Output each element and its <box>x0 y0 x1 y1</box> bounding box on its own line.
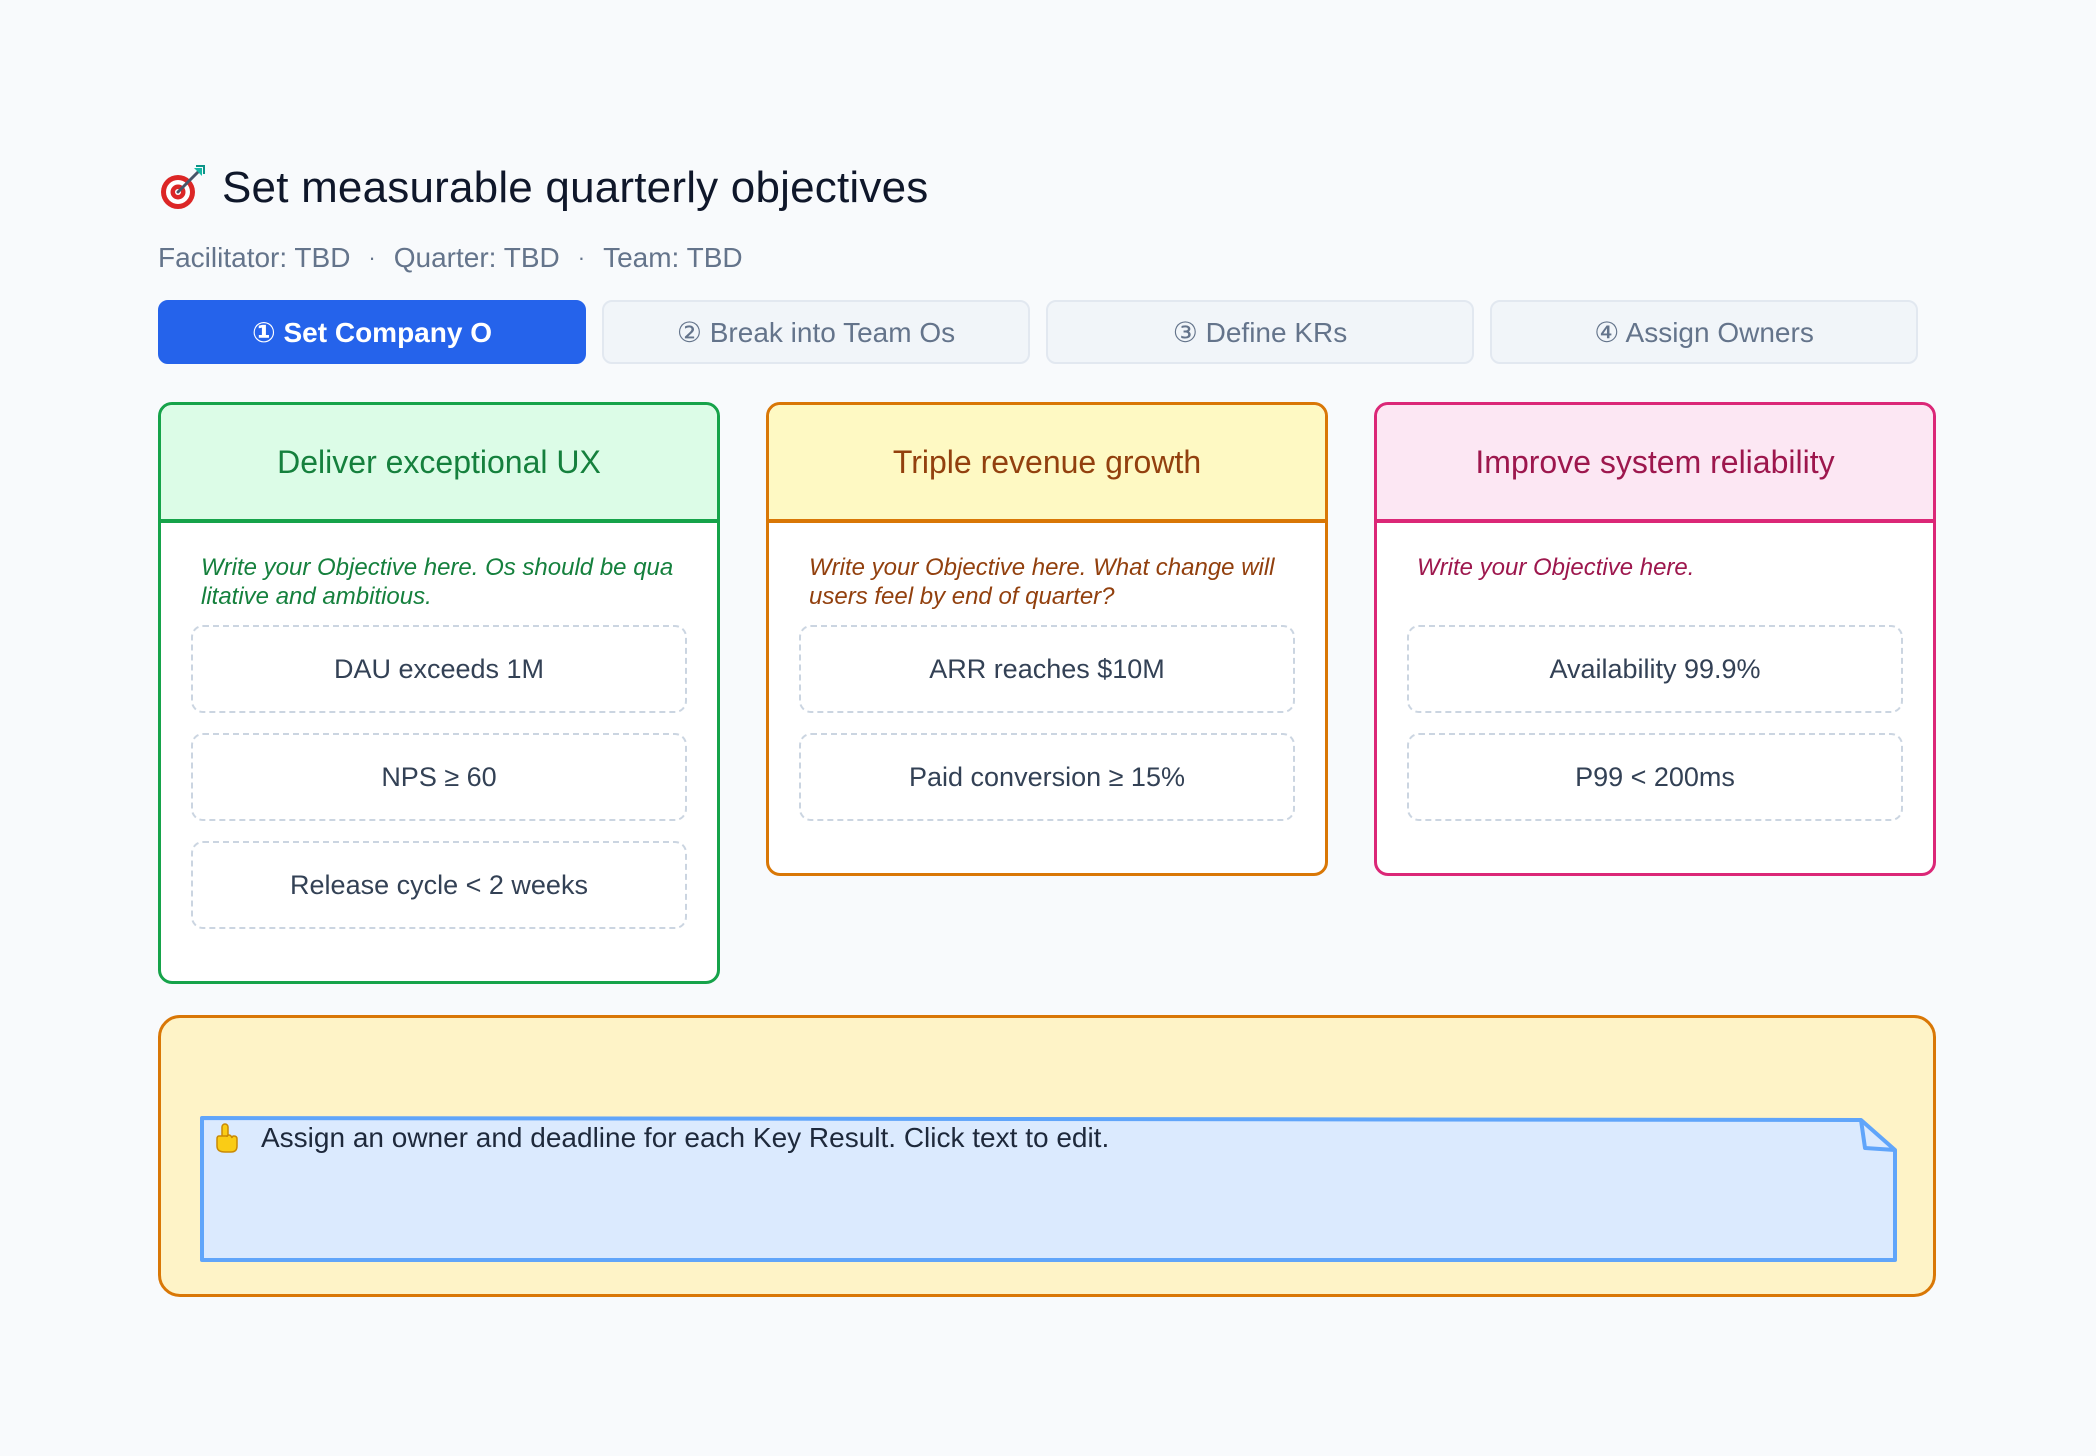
objective-title[interactable]: Triple revenue growth <box>769 405 1325 523</box>
sticky-note: Assign an owner and deadline for each Ke… <box>199 1114 1899 1264</box>
objective-body: Write your Objective here. Availability … <box>1377 523 1933 821</box>
objective-body: Write your Objective here. Os should be … <box>161 523 717 929</box>
key-result-card[interactable]: Release cycle < 2 weeks <box>191 841 687 929</box>
key-result-card[interactable]: Availability 99.9% <box>1407 625 1903 713</box>
objective-description[interactable]: Write your Objective here. Os should be … <box>201 553 677 611</box>
objective-columns: Deliver exceptional UX Write your Object… <box>158 402 1938 1002</box>
team-label[interactable]: Team: TBD <box>603 242 743 274</box>
step-tab-break-into-team-os[interactable]: ② Break into Team Os <box>602 300 1030 364</box>
step-tab-assign-owners[interactable]: ④ Assign Owners <box>1490 300 1918 364</box>
key-result-card[interactable]: Paid conversion ≥ 15% <box>799 733 1295 821</box>
objective-card: Improve system reliability Write your Ob… <box>1374 402 1936 876</box>
meta-separator: · <box>577 245 586 270</box>
pointing-hand-icon <box>213 1122 241 1154</box>
key-result-card[interactable]: P99 < 200ms <box>1407 733 1903 821</box>
instructions-panel: Assign an owner and deadline for each Ke… <box>158 1015 1936 1297</box>
key-result-card[interactable]: ARR reaches $10M <box>799 625 1295 713</box>
objective-title[interactable]: Improve system reliability <box>1377 405 1933 523</box>
quarter-label[interactable]: Quarter: TBD <box>394 242 560 274</box>
note-text-row: Assign an owner and deadline for each Ke… <box>213 1122 1109 1154</box>
objective-description[interactable]: Write your Objective here. <box>1417 553 1893 611</box>
meta-separator: · <box>368 245 376 270</box>
facilitator-label[interactable]: Facilitator: TBD <box>158 242 350 274</box>
objective-body: Write your Objective here. What change w… <box>769 523 1325 821</box>
step-tab-set-company-o[interactable]: ① Set Company O <box>158 300 586 364</box>
title-row: Set measurable quarterly objectives <box>158 158 1938 218</box>
step-tab-define-krs[interactable]: ③ Define KRs <box>1046 300 1474 364</box>
objective-card: Triple revenue growth Write your Objecti… <box>766 402 1328 876</box>
objective-description[interactable]: Write your Objective here. What change w… <box>809 553 1285 611</box>
page-title: Set measurable quarterly objectives <box>222 163 929 212</box>
note-text[interactable]: Assign an owner and deadline for each Ke… <box>261 1122 1109 1154</box>
step-tabs: ① Set Company O ② Break into Team Os ③ D… <box>158 300 1938 366</box>
okr-board: Set measurable quarterly objectives Faci… <box>158 158 1938 1297</box>
key-result-card[interactable]: NPS ≥ 60 <box>191 733 687 821</box>
meta-row: Facilitator: TBD · Quarter: TBD · Team: … <box>158 238 1938 278</box>
key-result-card[interactable]: DAU exceeds 1M <box>191 625 687 713</box>
objective-title[interactable]: Deliver exceptional UX <box>161 405 717 523</box>
target-icon <box>158 164 206 212</box>
objective-card: Deliver exceptional UX Write your Object… <box>158 402 720 984</box>
